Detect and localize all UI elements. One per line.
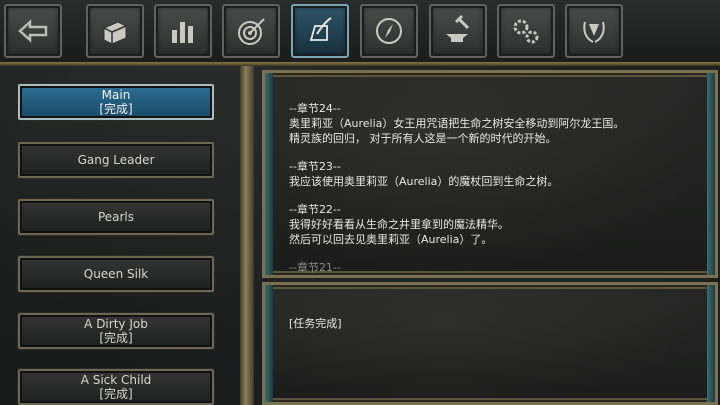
quest-name: Main: [101, 88, 131, 102]
chapter-text: 然后可以回去见奥里莉亚（Aurelia）了。: [289, 233, 493, 246]
laurel-medal-icon: [583, 21, 605, 43]
quest-log-text: --章节24-- 奥里莉亚（Aurelia）女王用咒语把生命之树安全移动到阿尔龙…: [289, 101, 699, 275]
quest-name: Gang Leader: [77, 153, 155, 167]
chapter-title: --章节23--: [289, 160, 341, 173]
back-button[interactable]: [4, 4, 62, 58]
achievements-button[interactable]: [565, 4, 623, 58]
panel-accent-right: [707, 285, 715, 402]
compass-icon: [376, 18, 402, 44]
quest-item-a-sick-child[interactable]: A Sick Child [完成]: [18, 369, 214, 405]
quest-item-gang-leader[interactable]: Gang Leader: [18, 142, 214, 178]
quest-name: Pearls: [97, 210, 135, 224]
panel-accent-left: [265, 285, 273, 402]
crafting-button[interactable]: [429, 4, 487, 58]
quest-status-text: [任务完成]: [289, 317, 342, 330]
stats-chart-icon: [172, 22, 193, 43]
chapter-text: 精灵族的回归， 对于所有人这是一个新的时代的开始。: [289, 132, 557, 145]
chapter-text: 奥里莉亚（Aurelia）女王用咒语把生命之树安全移动到阿尔龙王国。: [289, 117, 625, 130]
quest-name: A Dirty Job: [84, 317, 148, 331]
quest-item-a-dirty-job[interactable]: A Dirty Job [完成]: [18, 313, 214, 349]
target-icon: [238, 18, 265, 45]
chapter-title: --章节24--: [289, 102, 341, 115]
chapter-text: 我得好好看看从生命之井里拿到的魔法精华。: [289, 218, 509, 231]
inventory-button[interactable]: [86, 4, 144, 58]
panel-accent-right: [707, 73, 715, 275]
quest-name: Queen Silk: [83, 267, 149, 281]
quest-status: [完成]: [99, 331, 133, 345]
chapter-title: --章节21--: [289, 261, 341, 274]
top-toolbar: [0, 0, 720, 64]
quest-item-main[interactable]: Main [完成]: [18, 84, 214, 120]
skills-button[interactable]: [222, 4, 280, 58]
quests-button[interactable]: [291, 4, 349, 58]
quest-name: A Sick Child: [80, 373, 152, 387]
quest-status-panel: [任务完成]: [262, 282, 718, 405]
panel-accent-left: [265, 73, 273, 275]
anvil-hammer-icon: [446, 14, 470, 42]
quest-item-queen-silk[interactable]: Queen Silk: [18, 256, 214, 292]
gears-icon: [513, 19, 539, 44]
treasure-chest-icon: [103, 21, 127, 45]
toolbar-divider: [0, 62, 720, 66]
quest-status: [完成]: [99, 387, 133, 401]
settings-button[interactable]: [497, 4, 555, 58]
map-button[interactable]: [360, 4, 418, 58]
quest-log-panel[interactable]: --章节24-- 奥里莉亚（Aurelia）女王用咒语把生命之树安全移动到阿尔龙…: [262, 70, 718, 278]
quest-item-pearls[interactable]: Pearls: [18, 199, 214, 235]
quest-status: [完成]: [99, 102, 133, 116]
panel-divider-scrollbar[interactable]: [240, 66, 254, 405]
back-arrow-icon: [18, 19, 48, 43]
quest-scroll-icon: [309, 17, 332, 41]
chapter-title: --章节22--: [289, 203, 341, 216]
stats-button[interactable]: [154, 4, 212, 58]
chapter-text: 我应该使用奥里莉亚（Aurelia）的魔杖回到生命之树。: [289, 175, 559, 188]
